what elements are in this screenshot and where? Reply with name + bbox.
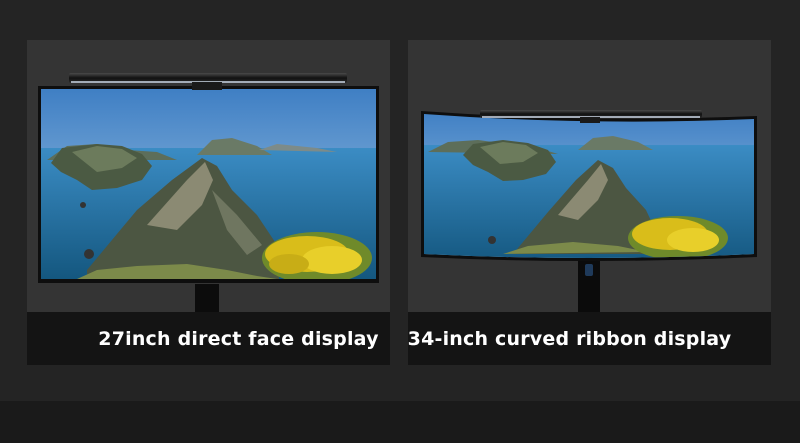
- monitor-stand: [195, 284, 219, 314]
- panel-27inch: 27inch direct face display: [27, 40, 390, 365]
- panel-34inch: 34-inch curved ribbon display: [408, 40, 771, 365]
- caption-34inch: 34-inch curved ribbon display: [407, 327, 732, 350]
- flowers-right: [628, 216, 728, 258]
- caption-bar-34inch: 34-inch curved ribbon display: [408, 312, 771, 365]
- screen-landscape: [424, 114, 754, 258]
- bottom-band: [0, 401, 800, 443]
- caption-27inch: 27inch direct face display: [98, 327, 379, 350]
- flowers-left: [262, 232, 372, 279]
- screen-landscape: [41, 89, 376, 279]
- caption-bar-27inch: 27inch direct face display: [27, 312, 390, 365]
- monitor-stand: [578, 254, 600, 312]
